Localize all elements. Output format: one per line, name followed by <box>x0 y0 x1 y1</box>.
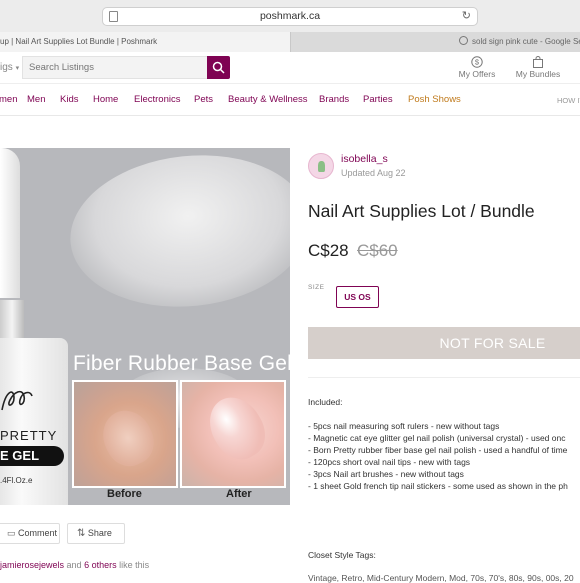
site-header: igs ▾ $ My Offers My Bundles <box>0 52 580 84</box>
closet-style-tags: Vintage, Retro, Mid-Century Modern, Mod,… <box>308 573 574 583</box>
size-chip[interactable]: US OS <box>336 286 379 308</box>
description-line: - 3pcs Nail art brushes - new without ta… <box>308 469 464 479</box>
search-button[interactable] <box>207 56 230 79</box>
bottle-band-text: E GEL <box>0 446 64 466</box>
gel-swatch <box>62 148 290 319</box>
search-icon <box>212 61 225 74</box>
my-bundles-label: My Bundles <box>515 69 561 79</box>
seller-avatar[interactable] <box>308 153 334 179</box>
nav-how-it-works[interactable]: HOW IT <box>557 96 580 105</box>
before-photo <box>72 380 178 488</box>
bottle-volume-text: .4Fl.Oz.e <box>0 476 33 485</box>
likes-summary: jamierosejewels and 6 others like this <box>0 560 149 570</box>
my-bundles-link[interactable]: My Bundles <box>510 56 566 79</box>
size-label: SIZE <box>308 284 325 291</box>
tab-label: sold sign pink cute - Google Search <box>472 37 580 46</box>
tab-google[interactable]: sold sign pink cute - Google Search <box>290 32 580 52</box>
chevron-down-icon: ▾ <box>15 65 20 72</box>
seller-username[interactable]: isobella_s <box>341 153 388 165</box>
share-label: Share <box>87 528 112 538</box>
before-label: Before <box>107 488 142 500</box>
closet-style-tags-label: Closet Style Tags: <box>308 550 376 560</box>
reload-icon[interactable]: ↻ <box>462 9 471 22</box>
bottle-neck <box>0 300 24 340</box>
bag-icon <box>533 56 543 68</box>
search-category-select[interactable]: igs ▾ <box>0 56 19 79</box>
image-overlay-title: Fiber Rubber Base Gel <box>73 352 292 375</box>
tab-poshmark[interactable]: up | Nail Art Supplies Lot Bundle | Posh… <box>0 32 290 52</box>
dollar-icon: $ <box>471 56 483 68</box>
svg-text:$: $ <box>475 58 480 67</box>
after-label: After <box>226 488 252 500</box>
brand-logo-icon <box>1 390 33 411</box>
nav-item-men[interactable]: Men <box>27 94 45 105</box>
address-bar[interactable]: poshmark.ca ↻ <box>102 7 478 26</box>
description-line: - Born Pretty rubber fiber base gel nail… <box>308 445 568 455</box>
nav-item-kids[interactable]: Kids <box>60 94 78 105</box>
likes-suffix: like this <box>116 560 150 570</box>
share-icon: ⇅ <box>77 528 86 539</box>
tab-bar: up | Nail Art Supplies Lot Bundle | Posh… <box>0 32 580 52</box>
my-offers-label: My Offers <box>458 69 496 79</box>
after-photo <box>180 380 286 488</box>
description-line: - 5pcs nail measuring soft rulers - new … <box>308 421 500 431</box>
description-line: - 120pcs short oval nail tips - new with… <box>308 457 471 467</box>
search-input[interactable] <box>23 57 207 78</box>
tab-label: up | Nail Art Supplies Lot Bundle | Posh… <box>0 37 158 46</box>
category-label: igs <box>0 62 13 73</box>
nav-item-pets[interactable]: Pets <box>194 94 213 105</box>
listing-price: C$28 <box>308 241 349 260</box>
my-offers-link[interactable]: $ My Offers <box>452 56 502 79</box>
listing-updated: Updated Aug 22 <box>341 168 406 178</box>
liker-username[interactable]: jamierosejewels <box>0 560 64 570</box>
description-line: - 1 sheet Gold french tip nail stickers … <box>308 481 568 491</box>
comment-icon: ▭ <box>7 528 16 538</box>
comment-button[interactable]: ▭ Comment <box>0 523 60 544</box>
divider <box>308 377 580 378</box>
nav-item-brands[interactable]: Brands <box>319 94 349 105</box>
url-text: poshmark.ca <box>259 10 321 22</box>
nav-item-women[interactable]: men <box>0 94 17 105</box>
description-line: - Magnetic cat eye glitter gel nail poli… <box>308 433 566 443</box>
description-line: Included: <box>308 397 343 407</box>
comment-label: Comment <box>18 528 58 538</box>
bottle-brand-text: PRETTY <box>0 428 58 443</box>
nav-item-posh-shows[interactable]: Posh Shows <box>408 94 461 105</box>
search-box <box>22 56 208 79</box>
listing-title: Nail Art Supplies Lot / Bundle <box>308 201 535 221</box>
likes-others[interactable]: 6 others <box>84 560 117 570</box>
nav-item-parties[interactable]: Parties <box>363 94 393 105</box>
original-price: C$60 <box>357 241 398 260</box>
description-line <box>308 408 568 420</box>
not-for-sale-button[interactable]: NOT FOR SALE <box>308 327 580 359</box>
share-button[interactable]: ⇅ Share <box>67 523 125 544</box>
likes-and: and <box>64 560 85 570</box>
listing-description: Included: - 5pcs nail measuring soft rul… <box>308 396 568 492</box>
bottle-cap <box>0 148 20 298</box>
nav-item-home[interactable]: Home <box>93 94 118 105</box>
category-nav: men Men Kids Home Electronics Pets Beaut… <box>0 84 580 116</box>
nav-item-electronics[interactable]: Electronics <box>134 94 180 105</box>
browser-toolbar: poshmark.ca ↻ <box>0 0 580 32</box>
nav-item-beauty-wellness[interactable]: Beauty & Wellness <box>228 94 308 105</box>
google-icon <box>459 36 468 45</box>
